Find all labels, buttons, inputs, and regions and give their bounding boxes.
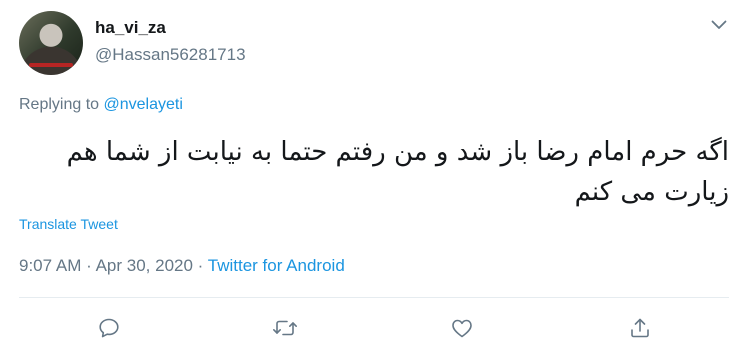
user-handle[interactable]: @Hassan56281713 xyxy=(95,45,246,65)
reply-icon xyxy=(97,316,121,340)
display-name[interactable]: ha_vi_za xyxy=(95,18,166,38)
tweet-meta: 9:07 AM · Apr 30, 2020 · Twitter for And… xyxy=(19,256,345,276)
replying-to-label: Replying to xyxy=(19,96,100,113)
share-button[interactable] xyxy=(623,311,657,345)
retweet-icon xyxy=(272,316,298,340)
share-icon xyxy=(628,316,652,340)
reply-button[interactable] xyxy=(92,311,126,345)
tweet-text: اگه حرم امام رضا باز شد و من رفتم حتما ب… xyxy=(66,137,729,207)
divider xyxy=(19,297,729,298)
action-bar xyxy=(0,311,748,345)
like-button[interactable] xyxy=(445,311,479,345)
meta-separator: · xyxy=(197,256,204,275)
meta-separator: · xyxy=(86,256,92,275)
retweet-button[interactable] xyxy=(268,311,302,345)
tweet-time[interactable]: 9:07 AM xyxy=(19,256,81,275)
tweet-date[interactable]: Apr 30, 2020 xyxy=(96,256,193,275)
translate-tweet-link[interactable]: Translate Tweet xyxy=(19,215,118,233)
avatar[interactable] xyxy=(19,11,83,75)
chevron-down-icon xyxy=(711,20,727,30)
tweet-card: ha_vi_za @Hassan56281713 Replying to @nv… xyxy=(0,0,748,357)
tweet-source-link[interactable]: Twitter for Android xyxy=(208,256,345,275)
like-icon xyxy=(450,316,474,340)
reply-mention-link[interactable]: @nvelayeti xyxy=(104,96,183,113)
tweet-menu-button[interactable] xyxy=(708,16,730,34)
replying-to: Replying to @nvelayeti xyxy=(19,95,183,115)
